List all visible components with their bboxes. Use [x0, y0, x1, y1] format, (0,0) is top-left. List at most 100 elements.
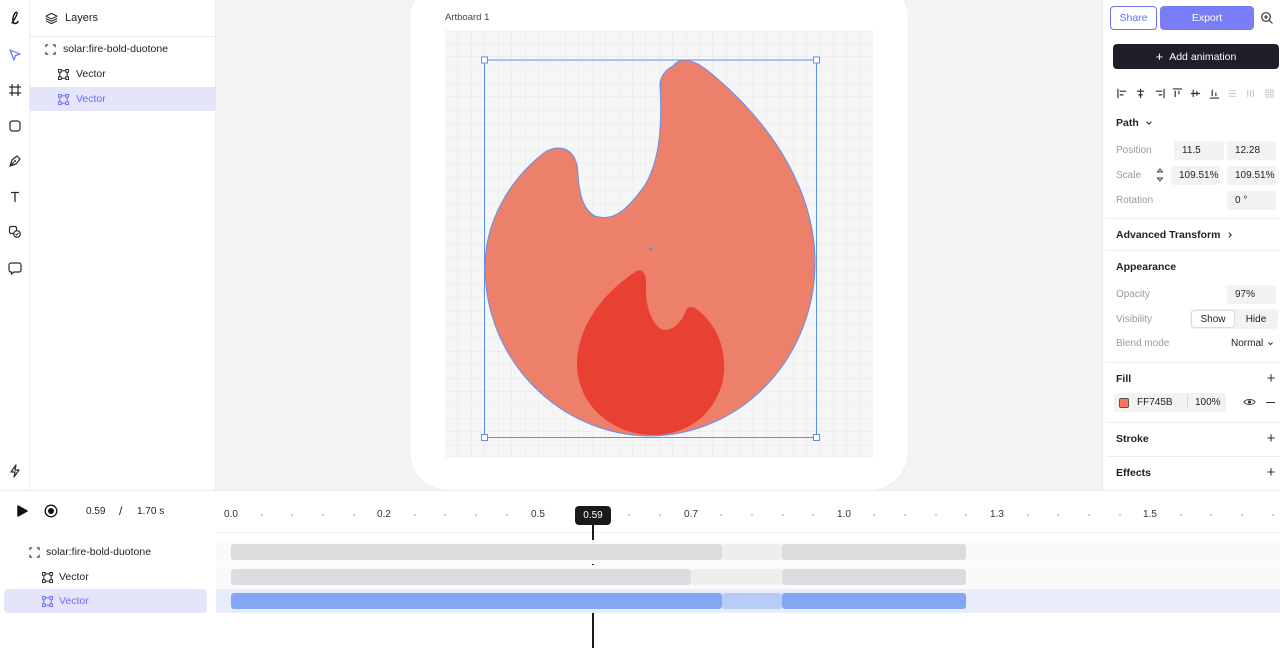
tick-dot [965, 514, 968, 516]
tick-label: 1.3 [990, 509, 1004, 520]
pen-tool-icon[interactable] [3, 149, 27, 173]
timeline-ruler[interactable]: 0.0 0.2 0.5 0.7 1.0 1.3 1.5 [216, 491, 1280, 533]
fill-hex-value[interactable]: FF745B [1137, 397, 1173, 408]
blend-mode-value: Normal [1231, 338, 1264, 349]
tick-dot [873, 514, 876, 516]
blend-mode-label: Blend mode [1116, 338, 1170, 349]
align-top-icon[interactable] [1171, 86, 1184, 100]
align-right-icon[interactable] [1153, 86, 1166, 100]
logo-icon [3, 6, 27, 30]
position-y-input[interactable]: 12.28 [1227, 141, 1276, 160]
layer-item-label: solar:fire-bold-duotone [63, 43, 169, 55]
rotation-label: Rotation [1116, 195, 1154, 206]
pivot-point[interactable] [648, 247, 653, 251]
timeline-panel: 0.59 / 1.70 s 0.0 0.2 0.5 0.7 1.0 1.3 1.5 0.59… [0, 490, 1280, 648]
resize-handle-bottom-right[interactable] [813, 434, 820, 441]
rotation-input[interactable]: 0 ° [1227, 191, 1276, 210]
align-bottom-icon[interactable] [1208, 86, 1221, 100]
keyframe-bar[interactable] [782, 569, 966, 585]
keyframe-bar[interactable] [231, 569, 691, 585]
divider [1106, 218, 1280, 219]
align-left-icon[interactable] [1116, 86, 1129, 100]
position-x-input[interactable]: 11.5 [1174, 141, 1224, 160]
timeline-layer-label: Vector [59, 595, 89, 607]
path-section-title[interactable]: Path [1116, 117, 1153, 129]
keyframe-gap [722, 593, 782, 609]
artboard-label[interactable]: Artboard 1 [445, 12, 489, 23]
tick-dot [1210, 514, 1213, 516]
advanced-transform-section[interactable]: Advanced Transform [1116, 229, 1234, 241]
tick-label: 1.5 [1143, 509, 1157, 520]
text-tool-icon[interactable] [3, 185, 27, 209]
add-fill-icon[interactable]: + [1265, 371, 1277, 386]
chevron-down-icon [1145, 121, 1152, 125]
artboard[interactable] [445, 30, 873, 458]
keyframe-bar[interactable] [231, 544, 722, 560]
blend-mode-select[interactable]: Normal [1223, 334, 1276, 353]
playback-controls: 0.59 / 1.70 s [0, 491, 216, 533]
play-icon[interactable] [15, 504, 29, 518]
playhead[interactable]: 0.59 [575, 506, 611, 525]
export-button[interactable]: Export [1160, 6, 1254, 30]
track-vector-1 [216, 565, 1280, 589]
divider [1106, 456, 1280, 457]
frame-tool-icon[interactable] [3, 78, 27, 102]
add-stroke-icon[interactable]: + [1265, 431, 1277, 446]
link-scale-icon[interactable] [1155, 168, 1167, 182]
timeline-layer-vector-1[interactable]: Vector [4, 565, 207, 589]
layer-item-vector-1[interactable]: Vector [30, 62, 216, 86]
resize-handle-bottom-left[interactable] [481, 434, 488, 441]
tidy-up-icon[interactable] [1263, 86, 1276, 100]
fill-separator [1187, 396, 1188, 408]
timeline-layer-vector-2[interactable]: Vector [4, 589, 207, 613]
resize-handle-top-right[interactable] [813, 56, 820, 64]
record-icon[interactable] [44, 504, 58, 518]
distribute-horizontal-icon[interactable] [1226, 86, 1239, 100]
zoom-icon[interactable] [1260, 11, 1274, 25]
visibility-toggle: Show Hide [1190, 309, 1278, 329]
tick-dot [1179, 514, 1182, 516]
layer-item-group[interactable]: solar:fire-bold-duotone [30, 37, 216, 61]
tick-dot [1087, 514, 1090, 516]
canvas[interactable]: Artboard 1 [216, 0, 1102, 490]
layer-item-vector-2[interactable]: Vector [30, 87, 216, 111]
alignment-toolbar [1116, 86, 1276, 100]
layers-panel: Layers solar:fire-bold-duotone Vector Ve… [30, 0, 216, 490]
fill-color-swatch[interactable] [1119, 398, 1129, 408]
position-label: Position [1116, 145, 1152, 156]
fill-opacity-value[interactable]: 100% [1195, 397, 1221, 408]
layers-title: Layers [65, 12, 99, 24]
visibility-hide-option[interactable]: Hide [1236, 311, 1276, 327]
tick-dot [260, 514, 263, 516]
time-separator: / [119, 504, 123, 518]
opacity-input[interactable]: 97% [1227, 285, 1276, 304]
keyframe-bar[interactable] [782, 544, 966, 560]
timeline-layer-label: solar:fire-bold-duotone [46, 546, 152, 558]
lightning-icon[interactable] [3, 459, 27, 483]
group-icon [45, 43, 56, 55]
align-center-h-icon[interactable] [1134, 86, 1147, 100]
keyframe-bar[interactable] [231, 593, 722, 609]
add-animation-button[interactable]: + Add animation [1113, 44, 1279, 69]
shape-tool-icon[interactable] [3, 114, 27, 138]
add-effect-icon[interactable]: + [1265, 465, 1277, 480]
resize-handle-top-left[interactable] [481, 56, 488, 64]
fill-section-title: Fill [1116, 373, 1132, 385]
timeline-layer-group[interactable]: solar:fire-bold-duotone [4, 540, 207, 564]
scale-y-input[interactable]: 109.51% [1227, 166, 1276, 185]
select-tool-icon[interactable] [3, 43, 27, 67]
remove-fill-icon[interactable] [1266, 402, 1275, 404]
assets-tool-icon[interactable] [3, 220, 27, 244]
distribute-vertical-icon[interactable] [1244, 86, 1257, 100]
align-center-v-icon[interactable] [1189, 86, 1202, 100]
tick-label: 0.5 [531, 509, 545, 520]
visibility-show-option[interactable]: Show [1192, 311, 1234, 327]
eye-icon[interactable] [1243, 396, 1256, 408]
scale-x-input[interactable]: 109.51% [1171, 166, 1220, 185]
comment-tool-icon[interactable] [3, 256, 27, 280]
keyframe-bar[interactable] [782, 593, 966, 609]
chevron-right-icon [1228, 232, 1233, 238]
share-button[interactable]: Share [1110, 6, 1157, 30]
tick-dot [1026, 514, 1029, 516]
tick-dot [750, 514, 753, 516]
